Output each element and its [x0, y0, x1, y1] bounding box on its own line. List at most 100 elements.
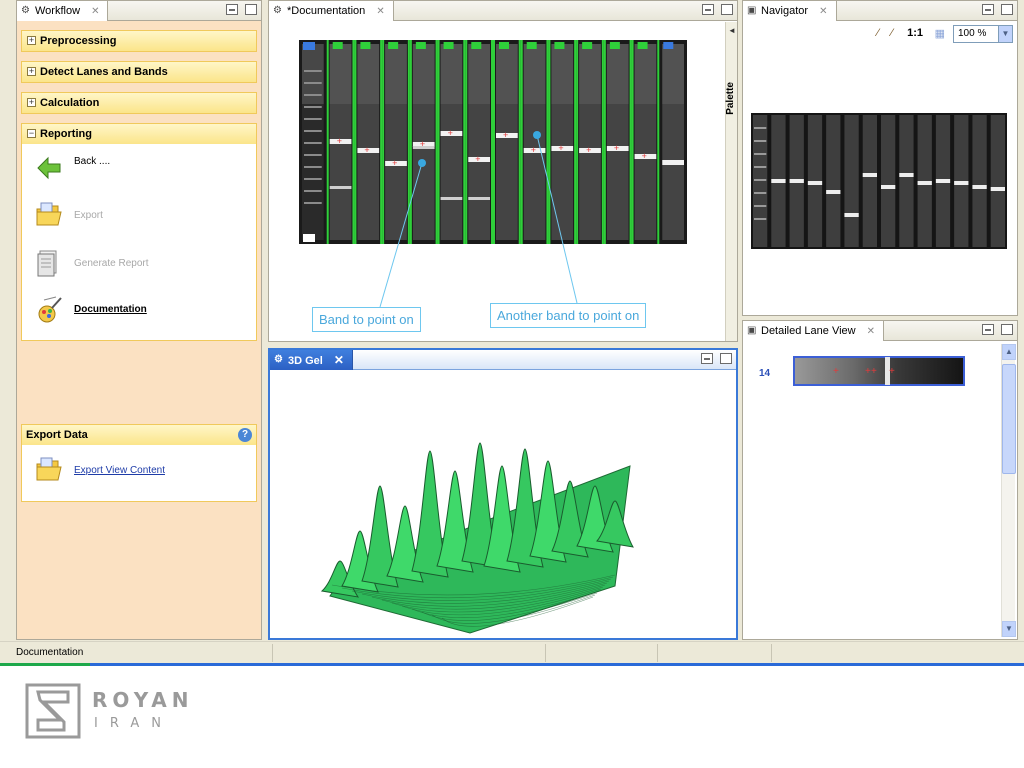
- band-marker[interactable]: [533, 131, 541, 139]
- zoom-select[interactable]: 100 % ▼: [953, 25, 1013, 43]
- callout-band[interactable]: Band to point on: [312, 307, 421, 332]
- reporting-item-export[interactable]: Export: [34, 200, 234, 232]
- gel-smear: [357, 44, 380, 104]
- maximize-button[interactable]: [720, 353, 732, 364]
- close-icon[interactable]: ✕: [819, 2, 827, 22]
- band-mark: +: [475, 154, 480, 164]
- section-title: Reporting: [40, 128, 92, 140]
- palette-label: Palette: [725, 82, 736, 115]
- minimize-button[interactable]: [981, 4, 994, 15]
- status-separator: [657, 644, 658, 662]
- expand-icon[interactable]: +: [27, 67, 36, 76]
- gel-band: [468, 197, 490, 200]
- help-icon[interactable]: ?: [238, 428, 252, 442]
- band-mark: +: [642, 151, 647, 161]
- scrollbar-thumb[interactable]: [1002, 364, 1016, 474]
- gel-band: [789, 179, 804, 183]
- zoom-in-tool-icon[interactable]: ⁄: [877, 27, 879, 39]
- detailed-lane-view: ▣ Detailed Lane View ✕ 14 + + + + ▲ ▼: [742, 320, 1018, 640]
- lane-label-box: [663, 42, 674, 49]
- expand-icon[interactable]: +: [27, 36, 36, 45]
- section-calculation-header[interactable]: + Calculation: [22, 93, 256, 113]
- minimize-button[interactable]: [701, 4, 714, 15]
- application-window: ⚙ Workflow ✕ + Preprocessing + Detect La…: [0, 0, 1024, 666]
- minimize-button[interactable]: [225, 4, 238, 15]
- tab-detailed-lane-view[interactable]: ▣ Detailed Lane View ✕: [743, 321, 885, 342]
- gel-band: [954, 181, 969, 185]
- band-mark: +: [558, 143, 563, 153]
- section-detect-lanes-header[interactable]: + Detect Lanes and Bands: [22, 62, 256, 82]
- callout-another-band[interactable]: Another band to point on: [490, 303, 647, 328]
- tab-navigator[interactable]: ▣ Navigator ✕: [743, 1, 837, 21]
- band-mark: +: [614, 143, 619, 153]
- ladder-band: [304, 106, 322, 108]
- maximize-button[interactable]: [1001, 324, 1013, 335]
- lane-label-box: [609, 42, 620, 49]
- scroll-up-button[interactable]: ▲: [1002, 344, 1016, 360]
- palette-arrow-icon[interactable]: ◄: [728, 26, 736, 35]
- palette-strip[interactable]: ◄ Palette: [725, 22, 737, 341]
- minimize-button[interactable]: [700, 353, 713, 364]
- maximize-button[interactable]: [721, 4, 733, 15]
- section-detect-lanes[interactable]: + Detect Lanes and Bands: [21, 61, 257, 83]
- close-icon[interactable]: ✕: [91, 2, 99, 22]
- lane-view-tabbar: ▣ Detailed Lane View ✕: [743, 321, 1017, 341]
- lane-strip[interactable]: + + + +: [793, 356, 965, 386]
- reporting-item-label: Back ....: [74, 156, 111, 167]
- band-mark: +: [889, 366, 895, 377]
- fit-page-icon[interactable]: ▦: [935, 27, 945, 40]
- ladder-band: [754, 153, 767, 155]
- band-mark: +: [586, 145, 591, 155]
- zoom-ratio-button[interactable]: 1:1: [907, 27, 923, 39]
- gel-band: [972, 185, 987, 189]
- section-reporting: − Reporting Back .... Export Generate Re…: [21, 123, 257, 341]
- navigator-gel-image: [751, 113, 1007, 249]
- band-marker[interactable]: [418, 159, 426, 167]
- section-preprocessing-header[interactable]: + Preprocessing: [22, 31, 256, 51]
- section-reporting-header[interactable]: − Reporting: [22, 124, 256, 144]
- collapse-icon[interactable]: −: [27, 129, 36, 138]
- close-icon[interactable]: ✕: [867, 322, 875, 342]
- gel-3d-surface: [320, 442, 634, 634]
- gel-image-canvas[interactable]: ++++++++ + + ++: [269, 22, 725, 341]
- navigator-thumbnail[interactable]: [743, 46, 1017, 314]
- minimize-button[interactable]: [981, 324, 994, 335]
- band-mark: +: [392, 158, 397, 168]
- ladder-band: [304, 142, 322, 144]
- reporting-item-generate-report[interactable]: Generate Report: [34, 248, 234, 280]
- lane-number: 14: [759, 368, 771, 379]
- gel-band: [440, 197, 463, 200]
- reporting-item-documentation[interactable]: Documentation: [34, 294, 234, 326]
- scroll-down-button[interactable]: ▼: [1002, 621, 1016, 637]
- gel-3d-plot[interactable]: [270, 371, 736, 637]
- tab-workflow[interactable]: ⚙ Workflow ✕: [17, 1, 109, 22]
- chevron-down-icon[interactable]: ▼: [998, 26, 1012, 42]
- lane-label-box: [526, 42, 537, 49]
- navigator-icon: ▣: [747, 5, 757, 16]
- gel-lane: [972, 115, 987, 247]
- maximize-button[interactable]: [1001, 4, 1013, 15]
- close-icon[interactable]: ✕: [334, 350, 344, 370]
- tab-3d-gel[interactable]: ⚙ 3D Gel ✕: [270, 350, 353, 370]
- ladder-band: [304, 130, 322, 132]
- maximize-button[interactable]: [245, 4, 257, 15]
- tab-documentation[interactable]: ⚙ *Documentation ✕: [269, 1, 394, 21]
- section-calculation[interactable]: + Calculation: [21, 92, 257, 114]
- zoom-out-tool-icon[interactable]: ⁄: [891, 27, 893, 39]
- close-icon[interactable]: ✕: [376, 2, 384, 22]
- reporting-item-back[interactable]: Back ....: [34, 152, 234, 184]
- lane-view-icon: ▣: [747, 325, 757, 336]
- gel-band: [771, 179, 786, 183]
- workflow-window-buttons: [222, 4, 257, 18]
- expand-icon[interactable]: +: [27, 98, 36, 107]
- band-mark: +: [364, 145, 369, 155]
- gel-3d-icon: ⚙: [274, 354, 283, 365]
- navigator-tabbar: ▣ Navigator ✕: [743, 1, 1017, 21]
- ladder-band: [304, 82, 322, 84]
- gel-band: [917, 181, 932, 185]
- export-view-content-item[interactable]: Export View Content: [34, 455, 234, 487]
- gel-3d-body: [270, 371, 736, 638]
- section-preprocessing[interactable]: + Preprocessing: [21, 30, 257, 52]
- vertical-scrollbar[interactable]: ▲ ▼: [1001, 344, 1016, 637]
- lane-label-box: [499, 42, 509, 49]
